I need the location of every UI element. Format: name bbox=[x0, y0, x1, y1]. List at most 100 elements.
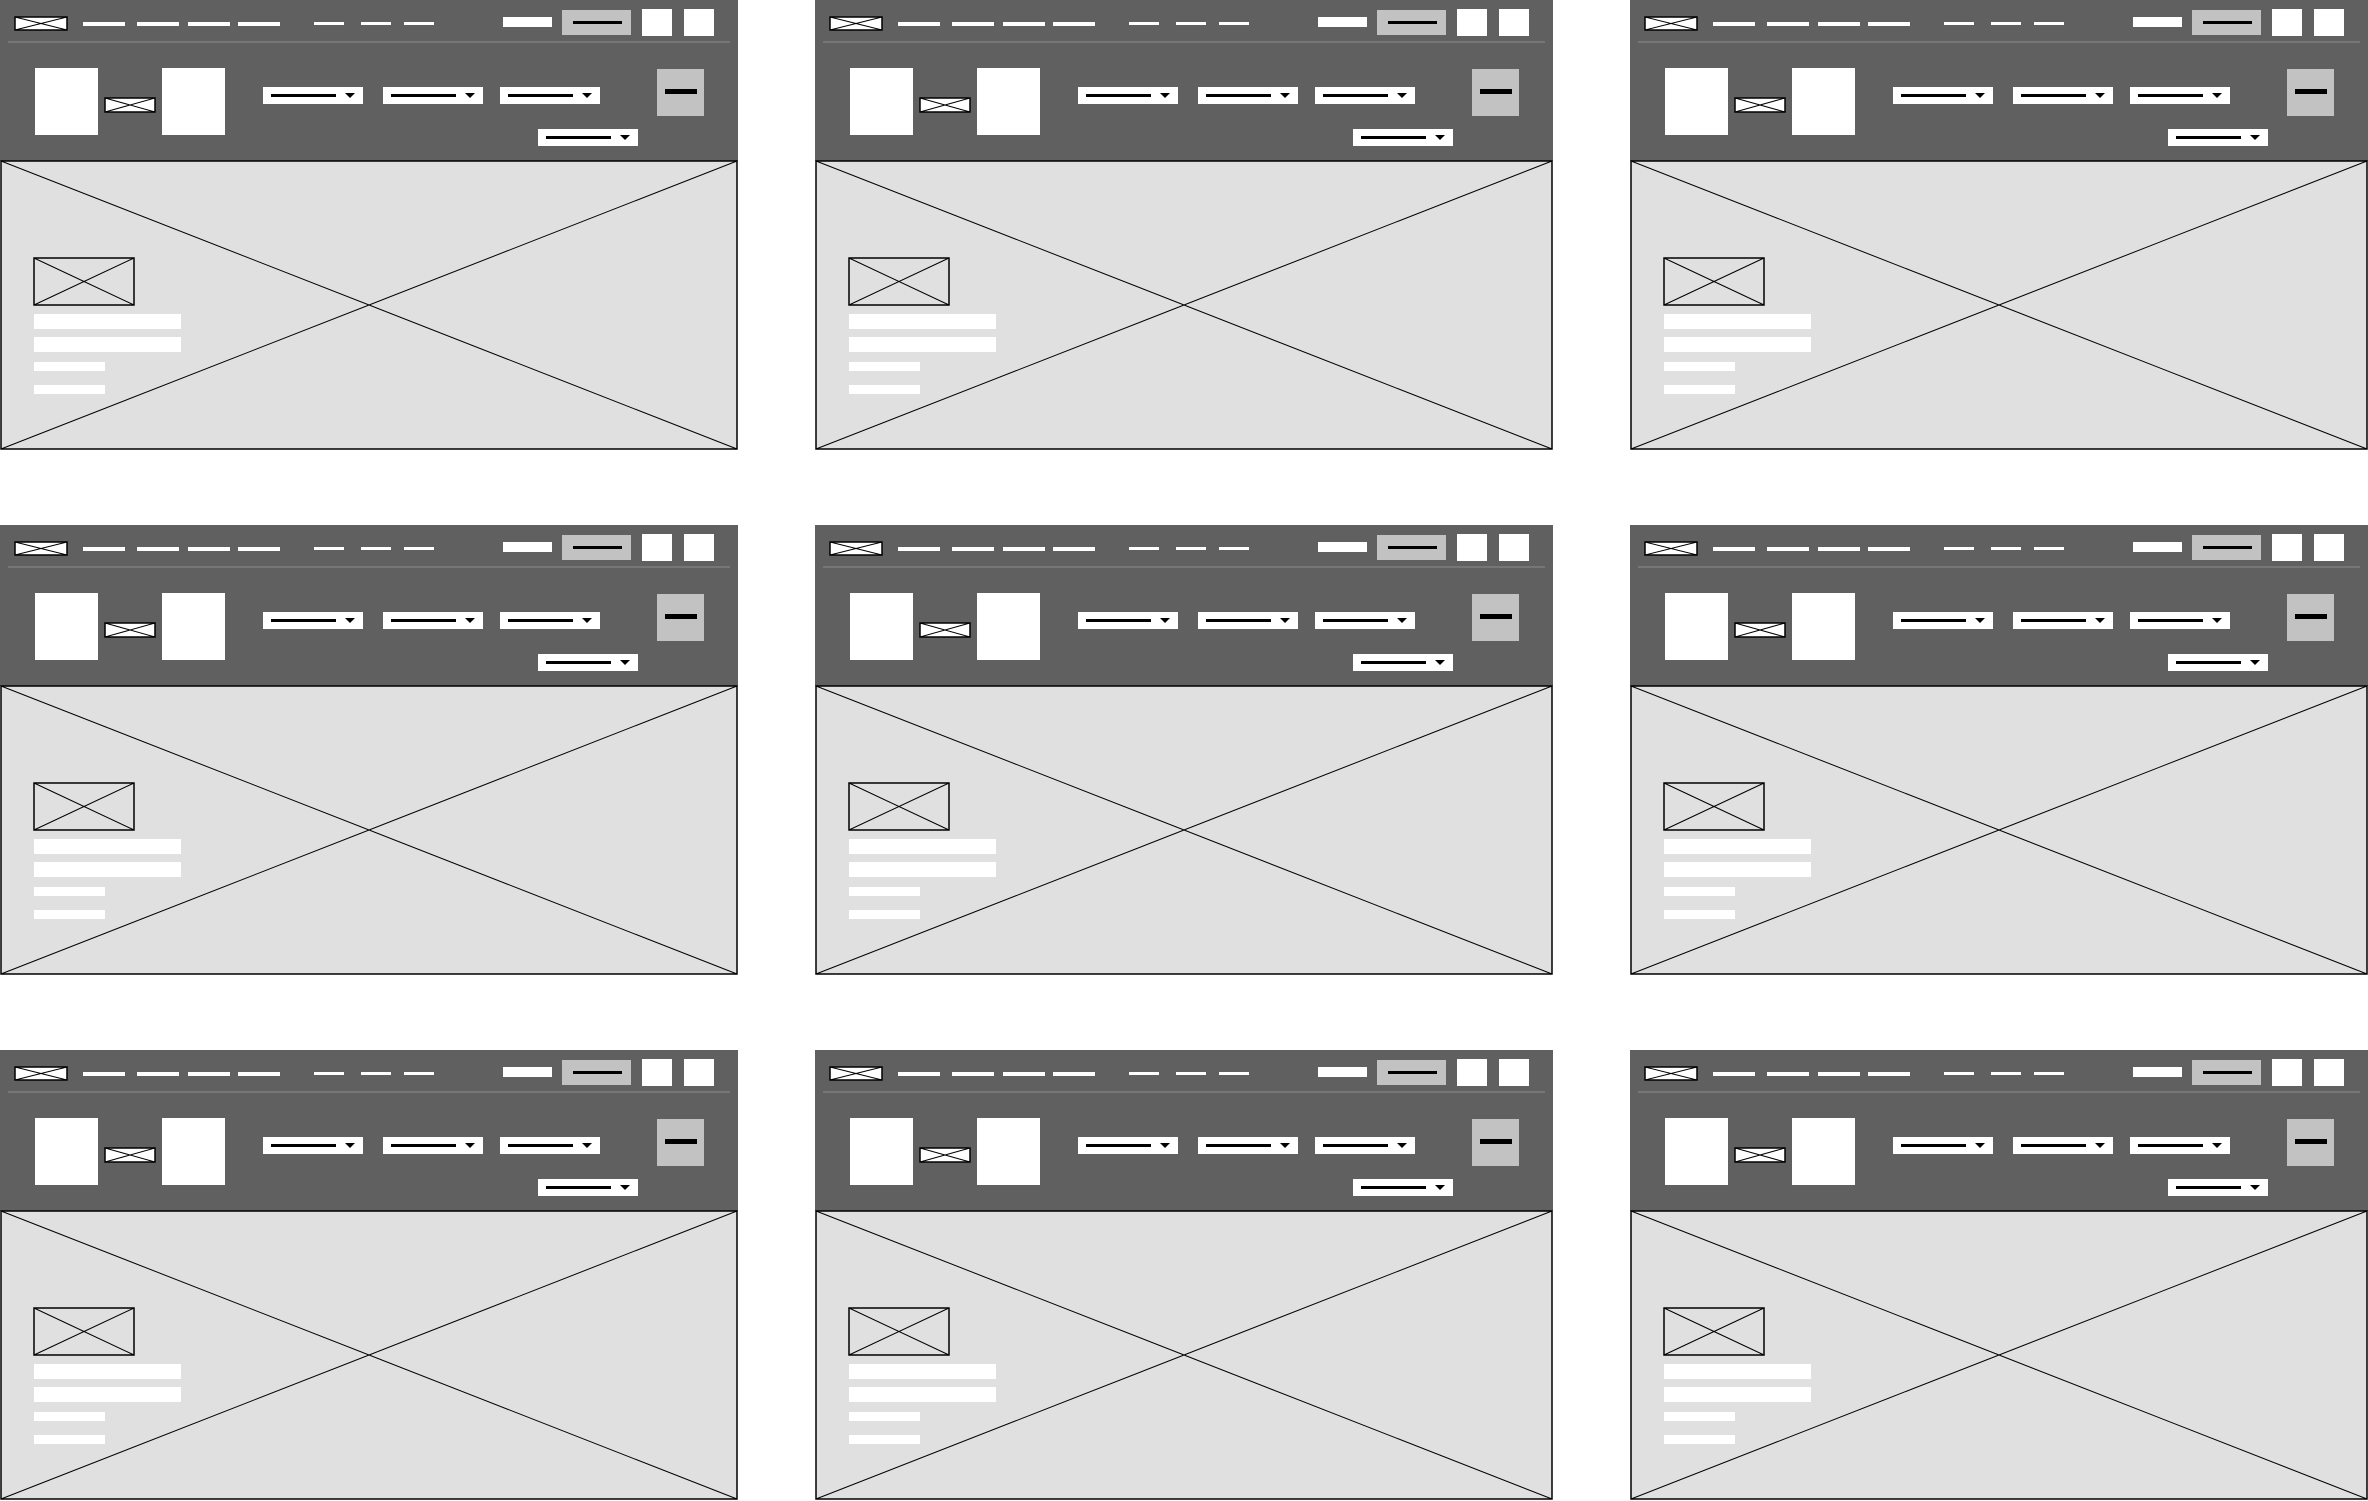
filter-dropdown-3[interactable] bbox=[500, 87, 600, 104]
action-icon-box-2[interactable] bbox=[2314, 1059, 2344, 1086]
action-icon-box-2[interactable] bbox=[684, 1059, 714, 1086]
nav-link-secondary-2[interactable] bbox=[1991, 547, 2021, 550]
utility-link[interactable] bbox=[1318, 17, 1367, 27]
filter-dropdown-3[interactable] bbox=[1315, 87, 1415, 104]
nav-link-1[interactable] bbox=[83, 22, 125, 26]
action-icon-box-1[interactable] bbox=[2272, 534, 2302, 561]
action-icon-box-2[interactable] bbox=[684, 534, 714, 561]
action-icon-box-1[interactable] bbox=[2272, 1059, 2302, 1086]
nav-link-secondary-1[interactable] bbox=[1129, 547, 1159, 550]
selected-nav-button[interactable] bbox=[2192, 535, 2261, 560]
action-icon-box-1[interactable] bbox=[2272, 9, 2302, 36]
nav-link-secondary-1[interactable] bbox=[314, 22, 344, 25]
menu-button[interactable] bbox=[1472, 594, 1519, 641]
filter-dropdown-1[interactable] bbox=[263, 87, 363, 104]
selected-nav-button[interactable] bbox=[2192, 10, 2261, 35]
utility-link[interactable] bbox=[2133, 17, 2182, 27]
filter-dropdown-3[interactable] bbox=[2130, 612, 2230, 629]
nav-link-4[interactable] bbox=[238, 22, 280, 26]
nav-link-secondary-3[interactable] bbox=[1219, 1072, 1249, 1075]
filter-dropdown-2[interactable] bbox=[383, 612, 483, 629]
nav-link-3[interactable] bbox=[188, 547, 230, 551]
nav-link-secondary-3[interactable] bbox=[1219, 22, 1249, 25]
filter-dropdown-4[interactable] bbox=[1353, 129, 1453, 146]
utility-link[interactable] bbox=[2133, 542, 2182, 552]
nav-link-secondary-1[interactable] bbox=[1129, 1072, 1159, 1075]
nav-link-4[interactable] bbox=[1868, 1072, 1910, 1076]
filter-dropdown-3[interactable] bbox=[2130, 1137, 2230, 1154]
nav-link-4[interactable] bbox=[238, 547, 280, 551]
nav-link-secondary-3[interactable] bbox=[404, 1072, 434, 1075]
filter-dropdown-4[interactable] bbox=[1353, 1179, 1453, 1196]
filter-dropdown-2[interactable] bbox=[383, 87, 483, 104]
nav-link-secondary-3[interactable] bbox=[2034, 1072, 2064, 1075]
action-icon-box-1[interactable] bbox=[642, 534, 672, 561]
filter-dropdown-3[interactable] bbox=[1315, 1137, 1415, 1154]
nav-link-2[interactable] bbox=[1767, 547, 1809, 551]
utility-link[interactable] bbox=[503, 17, 552, 27]
nav-link-1[interactable] bbox=[1713, 547, 1755, 551]
filter-dropdown-1[interactable] bbox=[1893, 612, 1993, 629]
action-icon-box-1[interactable] bbox=[642, 9, 672, 36]
filter-dropdown-1[interactable] bbox=[1893, 87, 1993, 104]
filter-dropdown-2[interactable] bbox=[2013, 1137, 2113, 1154]
menu-button[interactable] bbox=[2287, 594, 2334, 641]
nav-link-2[interactable] bbox=[952, 547, 994, 551]
action-icon-box-2[interactable] bbox=[1499, 534, 1529, 561]
utility-link[interactable] bbox=[1318, 542, 1367, 552]
selected-nav-button[interactable] bbox=[562, 535, 631, 560]
filter-dropdown-2[interactable] bbox=[1198, 1137, 1298, 1154]
selected-nav-button[interactable] bbox=[1377, 1060, 1446, 1085]
nav-link-secondary-2[interactable] bbox=[361, 547, 391, 550]
filter-dropdown-1[interactable] bbox=[1078, 1137, 1178, 1154]
nav-link-1[interactable] bbox=[83, 547, 125, 551]
filter-dropdown-4[interactable] bbox=[1353, 654, 1453, 671]
nav-link-2[interactable] bbox=[137, 1072, 179, 1076]
action-icon-box-1[interactable] bbox=[1457, 1059, 1487, 1086]
filter-dropdown-1[interactable] bbox=[1078, 612, 1178, 629]
nav-link-secondary-1[interactable] bbox=[1944, 547, 1974, 550]
selected-nav-button[interactable] bbox=[2192, 1060, 2261, 1085]
nav-link-1[interactable] bbox=[898, 547, 940, 551]
action-icon-box-1[interactable] bbox=[1457, 534, 1487, 561]
filter-dropdown-3[interactable] bbox=[500, 612, 600, 629]
selected-nav-button[interactable] bbox=[1377, 10, 1446, 35]
nav-link-1[interactable] bbox=[898, 22, 940, 26]
filter-dropdown-2[interactable] bbox=[1198, 87, 1298, 104]
nav-link-secondary-3[interactable] bbox=[404, 547, 434, 550]
filter-dropdown-3[interactable] bbox=[500, 1137, 600, 1154]
nav-link-1[interactable] bbox=[898, 1072, 940, 1076]
menu-button[interactable] bbox=[2287, 69, 2334, 116]
filter-dropdown-3[interactable] bbox=[1315, 612, 1415, 629]
nav-link-4[interactable] bbox=[1868, 547, 1910, 551]
filter-dropdown-2[interactable] bbox=[2013, 612, 2113, 629]
nav-link-2[interactable] bbox=[1767, 22, 1809, 26]
menu-button[interactable] bbox=[657, 69, 704, 116]
filter-dropdown-1[interactable] bbox=[1078, 87, 1178, 104]
nav-link-2[interactable] bbox=[137, 22, 179, 26]
action-icon-box-2[interactable] bbox=[2314, 9, 2344, 36]
filter-dropdown-4[interactable] bbox=[538, 129, 638, 146]
selected-nav-button[interactable] bbox=[562, 1060, 631, 1085]
nav-link-secondary-3[interactable] bbox=[2034, 22, 2064, 25]
nav-link-4[interactable] bbox=[1053, 22, 1095, 26]
filter-dropdown-1[interactable] bbox=[263, 612, 363, 629]
filter-dropdown-1[interactable] bbox=[1893, 1137, 1993, 1154]
nav-link-4[interactable] bbox=[238, 1072, 280, 1076]
utility-link[interactable] bbox=[503, 1067, 552, 1077]
utility-link[interactable] bbox=[2133, 1067, 2182, 1077]
action-icon-box-2[interactable] bbox=[1499, 1059, 1529, 1086]
filter-dropdown-4[interactable] bbox=[2168, 654, 2268, 671]
nav-link-2[interactable] bbox=[952, 1072, 994, 1076]
nav-link-3[interactable] bbox=[188, 1072, 230, 1076]
nav-link-4[interactable] bbox=[1053, 547, 1095, 551]
nav-link-secondary-1[interactable] bbox=[1944, 22, 1974, 25]
nav-link-secondary-1[interactable] bbox=[1129, 22, 1159, 25]
menu-button[interactable] bbox=[657, 594, 704, 641]
utility-link[interactable] bbox=[503, 542, 552, 552]
filter-dropdown-3[interactable] bbox=[2130, 87, 2230, 104]
selected-nav-button[interactable] bbox=[1377, 535, 1446, 560]
nav-link-1[interactable] bbox=[1713, 1072, 1755, 1076]
action-icon-box-2[interactable] bbox=[1499, 9, 1529, 36]
nav-link-2[interactable] bbox=[952, 22, 994, 26]
